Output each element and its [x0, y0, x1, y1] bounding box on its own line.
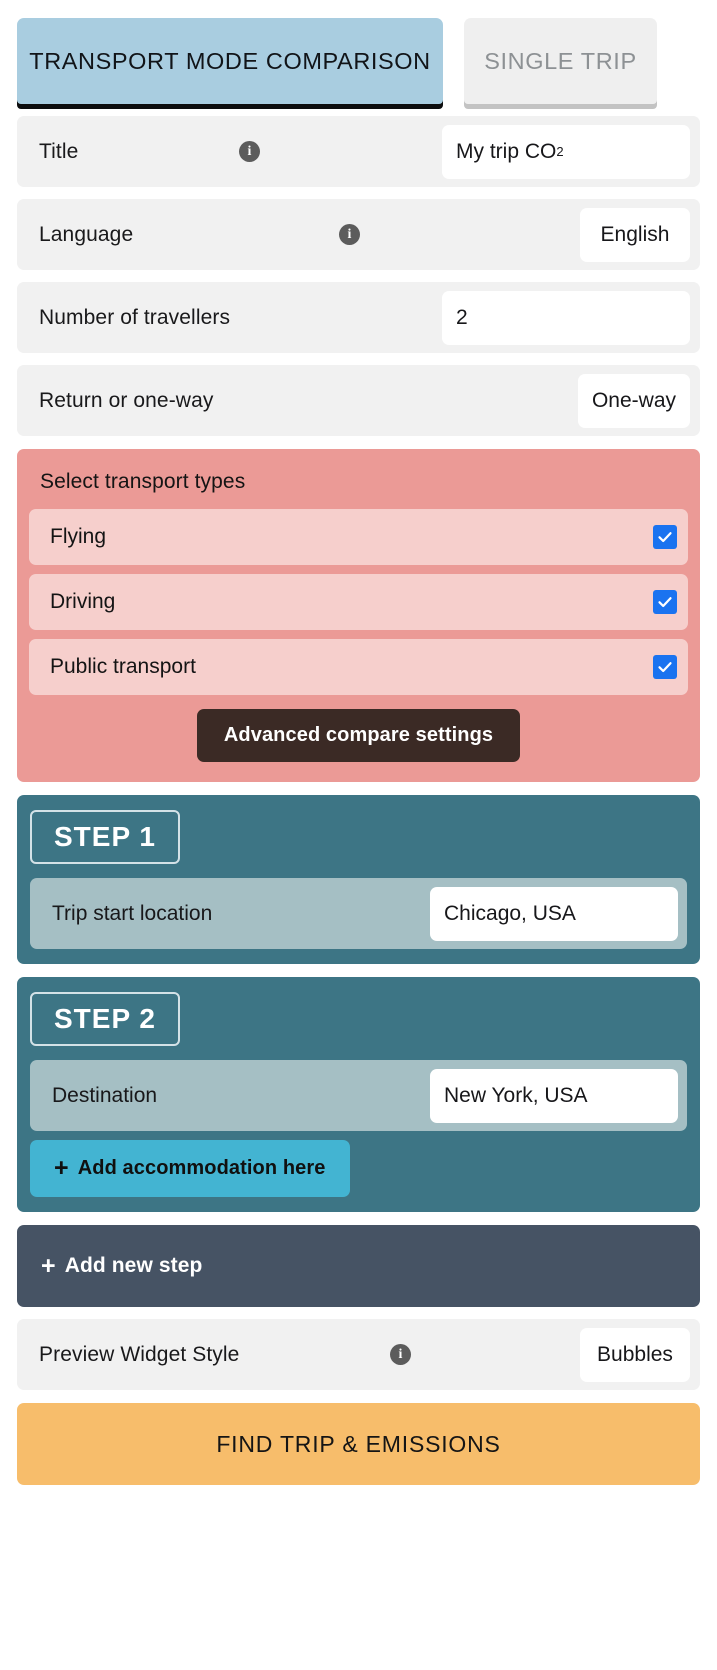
language-label: Language — [39, 222, 134, 246]
trip-start-location-label: Trip start location — [52, 901, 213, 925]
transport-item-driving[interactable]: Driving — [29, 574, 688, 630]
info-icon[interactable]: i — [239, 141, 260, 162]
setting-row-preview-widget-style: Preview Widget Style i Bubbles — [17, 1319, 700, 1390]
trip-start-location-input[interactable]: Chicago, USA — [430, 886, 678, 941]
tab-single-trip[interactable]: SINGLE TRIP — [464, 18, 657, 104]
info-icon[interactable]: i — [390, 1344, 411, 1365]
advanced-settings-wrap: Advanced compare settings — [29, 709, 688, 762]
title-input[interactable]: My trip CO 2 — [442, 124, 690, 179]
preview-widget-style-value: Bubbles — [597, 1342, 673, 1366]
preview-widget-style-label: Preview Widget Style — [39, 1342, 240, 1366]
add-accommodation-button[interactable]: + Add accommodation here — [30, 1140, 350, 1197]
transport-item-label: Flying — [50, 525, 107, 548]
advanced-compare-settings-button[interactable]: Advanced compare settings — [196, 709, 521, 762]
mode-tab-bar: TRANSPORT MODE COMPARISON SINGLE TRIP — [0, 0, 717, 104]
setting-row-return-or-oneway: Return or one-way One-way — [17, 365, 700, 436]
tab-transport-mode-comparison[interactable]: TRANSPORT MODE COMPARISON — [17, 18, 443, 104]
title-label: Title — [39, 139, 79, 163]
language-value: English — [600, 222, 670, 246]
travellers-input[interactable]: 2 — [442, 290, 690, 345]
find-trip-and-emissions-button[interactable]: FIND TRIP & EMISSIONS — [17, 1403, 700, 1485]
title-value-subscript: 2 — [556, 144, 564, 159]
transport-types-heading: Select transport types — [40, 470, 246, 493]
transport-item-label: Driving — [50, 590, 116, 613]
destination-input[interactable]: New York, USA — [430, 1068, 678, 1123]
transport-item-flying[interactable]: Flying — [29, 509, 688, 565]
step-row-destination: Destination New York, USA — [30, 1060, 687, 1131]
trip-start-location-value: Chicago, USA — [444, 901, 576, 925]
checkbox-public-transport[interactable] — [653, 655, 677, 679]
step-row-trip-start-location: Trip start location Chicago, USA — [30, 878, 687, 949]
transport-types-panel: Select transport types Flying Driving Pu… — [17, 449, 700, 782]
tab-label: SINGLE TRIP — [484, 47, 637, 74]
setting-row-language: Language i English — [17, 199, 700, 270]
step-badge-1: STEP 1 — [30, 810, 180, 864]
checkbox-driving[interactable] — [653, 590, 677, 614]
plus-icon: + — [41, 1251, 56, 1280]
setting-row-travellers: Number of travellers 2 — [17, 282, 700, 353]
transport-item-public-transport[interactable]: Public transport — [29, 639, 688, 695]
title-value: My trip CO — [456, 139, 557, 163]
language-select[interactable]: English — [580, 207, 690, 262]
travellers-label: Number of travellers — [39, 305, 231, 329]
return-or-oneway-label: Return or one-way — [39, 388, 214, 412]
info-icon[interactable]: i — [339, 224, 360, 245]
destination-value: New York, USA — [444, 1083, 588, 1107]
preview-widget-style-select[interactable]: Bubbles — [580, 1327, 690, 1382]
plus-icon: + — [54, 1154, 69, 1182]
checkbox-flying[interactable] — [653, 525, 677, 549]
setting-row-title: Title i My trip CO 2 — [17, 116, 700, 187]
step-panel-2: STEP 2 Destination New York, USA + Add a… — [17, 977, 700, 1212]
return-or-oneway-value: One-way — [591, 388, 676, 412]
step-badge-2: STEP 2 — [30, 992, 180, 1046]
return-or-oneway-select[interactable]: One-way — [577, 373, 690, 428]
add-new-step-button[interactable]: + Add new step — [17, 1225, 700, 1307]
transport-item-label: Public transport — [50, 655, 196, 678]
add-accommodation-label: Add accommodation here — [77, 1157, 326, 1179]
widget-builder-page: TRANSPORT MODE COMPARISON SINGLE TRIP Ti… — [0, 0, 717, 1670]
step-panel-1: STEP 1 Trip start location Chicago, USA — [17, 795, 700, 964]
destination-label: Destination — [52, 1083, 158, 1107]
travellers-value: 2 — [456, 305, 468, 329]
add-new-step-label: Add new step — [64, 1254, 203, 1277]
tab-label: TRANSPORT MODE COMPARISON — [29, 47, 431, 74]
